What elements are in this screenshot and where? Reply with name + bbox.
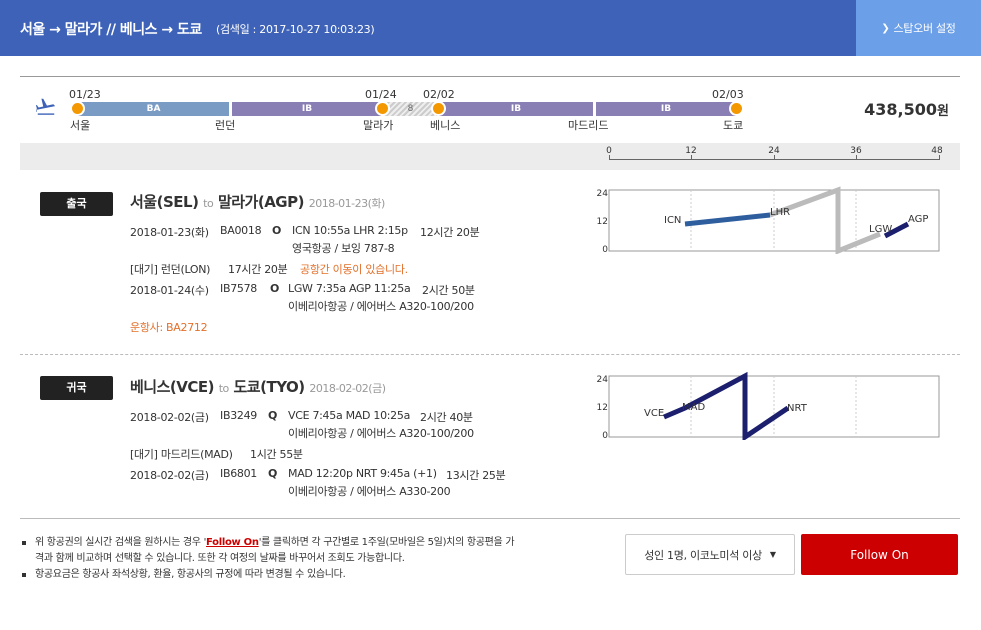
passenger-class-select[interactable]: 성인 1명, 이코노미석 이상 ▼ [625, 534, 795, 575]
flight-duration: 13시간 25분 [446, 469, 506, 482]
inbound-time-chart: 24 12 0 VCE MAD NRT [597, 372, 940, 440]
timeline-city: 런던 [215, 119, 236, 132]
follow-on-button[interactable]: Follow On [801, 534, 958, 575]
flight-code: IB3249 [220, 409, 257, 422]
section-divider [20, 354, 960, 355]
chart-ytick: 0 [602, 431, 608, 440]
chevron-down-icon: ❯ [881, 22, 890, 34]
timeline-city: 마드리드 [568, 119, 609, 132]
chart-ytick: 0 [602, 245, 608, 254]
flight-date: 2018-02-02(금) [130, 469, 209, 482]
timeline-date: 01/23 [69, 88, 101, 101]
operator-info: 운항사: BA2712 [130, 321, 208, 334]
divider [20, 518, 960, 519]
flight-duration: 12시간 20분 [420, 226, 480, 239]
stopover-label: 스탑오버 설정 [893, 22, 956, 35]
chart-label: LGW [869, 224, 892, 235]
follow-on-link[interactable]: Follow On [206, 537, 259, 548]
hour-scale-bar [20, 143, 960, 170]
flight-duration: 2시간 40분 [420, 411, 473, 424]
scale-label: 12 [685, 146, 697, 156]
timeline-dot [431, 101, 446, 116]
airport-change-warning: 공항간 이동이 있습니다. [300, 263, 408, 276]
timeline-city: 도쿄 [723, 119, 744, 132]
total-price: 438,500원 [864, 100, 949, 119]
outbound-time-chart: 24 12 0 ICN LHR LGW AGP [597, 186, 940, 254]
scale-label: 48 [931, 146, 943, 156]
caret-down-icon: ▼ [769, 550, 776, 559]
airplane-icon [35, 98, 56, 115]
timeline-date: 02/02 [423, 88, 455, 101]
timeline-date: 02/03 [712, 88, 744, 101]
timeline-dot [375, 101, 390, 116]
scale-label: 36 [850, 146, 862, 156]
flight-code: IB6801 [220, 467, 257, 480]
stopover-settings-button[interactable]: ❯ 스탑오버 설정 [856, 0, 981, 56]
divider [20, 76, 960, 77]
chart-label: ICN [664, 215, 681, 226]
airline-aircraft: 이베리아항공 / 에어버스 A330-200 [288, 485, 451, 498]
layover-info: [대기] 런던(LON) [130, 263, 211, 276]
airline-aircraft: 이베리아항공 / 에어버스 A320-100/200 [288, 427, 474, 440]
flight-code: BA0018 [220, 224, 262, 237]
airline-aircraft: 이베리아항공 / 에어버스 A320-100/200 [288, 300, 474, 313]
airline-aircraft: 영국항공 / 보잉 787-8 [292, 242, 395, 255]
layover-duration: 17시간 20분 [228, 263, 288, 276]
chart-ytick: 12 [597, 403, 608, 413]
route-title: 서울 → 말라가 // 베니스 → 도쿄 [20, 22, 202, 38]
flight-times: MAD 12:20p NRT 9:45a (+1) [288, 467, 437, 480]
notice-list: 위 항공권의 실시간 검색을 원하시는 경우 'Follow On'를 클릭하면… [22, 535, 522, 583]
timeline-date: 01/24 [365, 88, 397, 101]
chart-label: NRT [787, 403, 808, 414]
timeline-dot [729, 101, 744, 116]
notice-item: 위 항공권의 실시간 검색을 원하시는 경우 'Follow On'를 클릭하면… [22, 535, 522, 567]
timeline-city: 말라가 [363, 119, 394, 132]
booking-class: O [270, 282, 280, 295]
flight-times: VCE 7:45a MAD 10:25a [288, 409, 411, 422]
notice-item: 항공요금은 항공사 좌석상황, 환율, 항공사의 규정에 따라 변경될 수 있습… [22, 567, 522, 583]
booking-class: O [272, 224, 282, 237]
flight-date: 2018-01-23(화) [130, 226, 209, 239]
timeline-segment-ib: IB [232, 102, 382, 116]
flight-duration: 2시간 50분 [422, 284, 475, 297]
flight-date: 2018-02-02(금) [130, 411, 209, 424]
chart-label: MAD [682, 402, 705, 413]
timeline-city: 베니스 [430, 119, 461, 132]
timeline-city: 서울 [70, 119, 91, 132]
timeline-dot [70, 101, 85, 116]
flight-code: IB7578 [220, 282, 257, 295]
flight-times: ICN 10:55a LHR 2:15p [292, 224, 408, 237]
layover-info: [대기] 마드리드(MAD) [130, 448, 233, 461]
scale-label: 24 [768, 146, 780, 156]
chart-ytick: 24 [597, 189, 609, 199]
layover-duration: 1시간 55분 [250, 448, 303, 461]
header-bar: 서울 → 말라가 // 베니스 → 도쿄 (검색일 : 2017-10-27 1… [0, 0, 981, 56]
inbound-badge: 귀국 [40, 376, 113, 400]
flight-date: 2018-01-24(수) [130, 284, 209, 297]
timeline-segment-ib: IB [439, 102, 593, 116]
chart-label: VCE [644, 408, 664, 419]
timeline-segment-ba: BA [78, 102, 229, 116]
inbound-route-title: 베니스(VCE) to 도쿄(TYO) 2018-02-02(금) [130, 378, 386, 396]
booking-class: Q [268, 467, 278, 480]
flight-times: LGW 7:35a AGP 11:25a [288, 282, 411, 295]
chart-ytick: 24 [597, 375, 609, 385]
outbound-badge: 출국 [40, 192, 113, 216]
scale-label: 0 [606, 146, 612, 156]
timeline-segment-ib: IB [596, 102, 736, 116]
chart-label: LHR [770, 207, 790, 218]
chart-ytick: 12 [597, 217, 608, 227]
outbound-route-title: 서울(SEL) to 말라가(AGP) 2018-01-23(화) [130, 193, 385, 211]
search-date: (검색일 : 2017-10-27 10:03:23) [216, 23, 375, 36]
booking-class: Q [268, 409, 278, 422]
chart-label: AGP [908, 214, 928, 225]
